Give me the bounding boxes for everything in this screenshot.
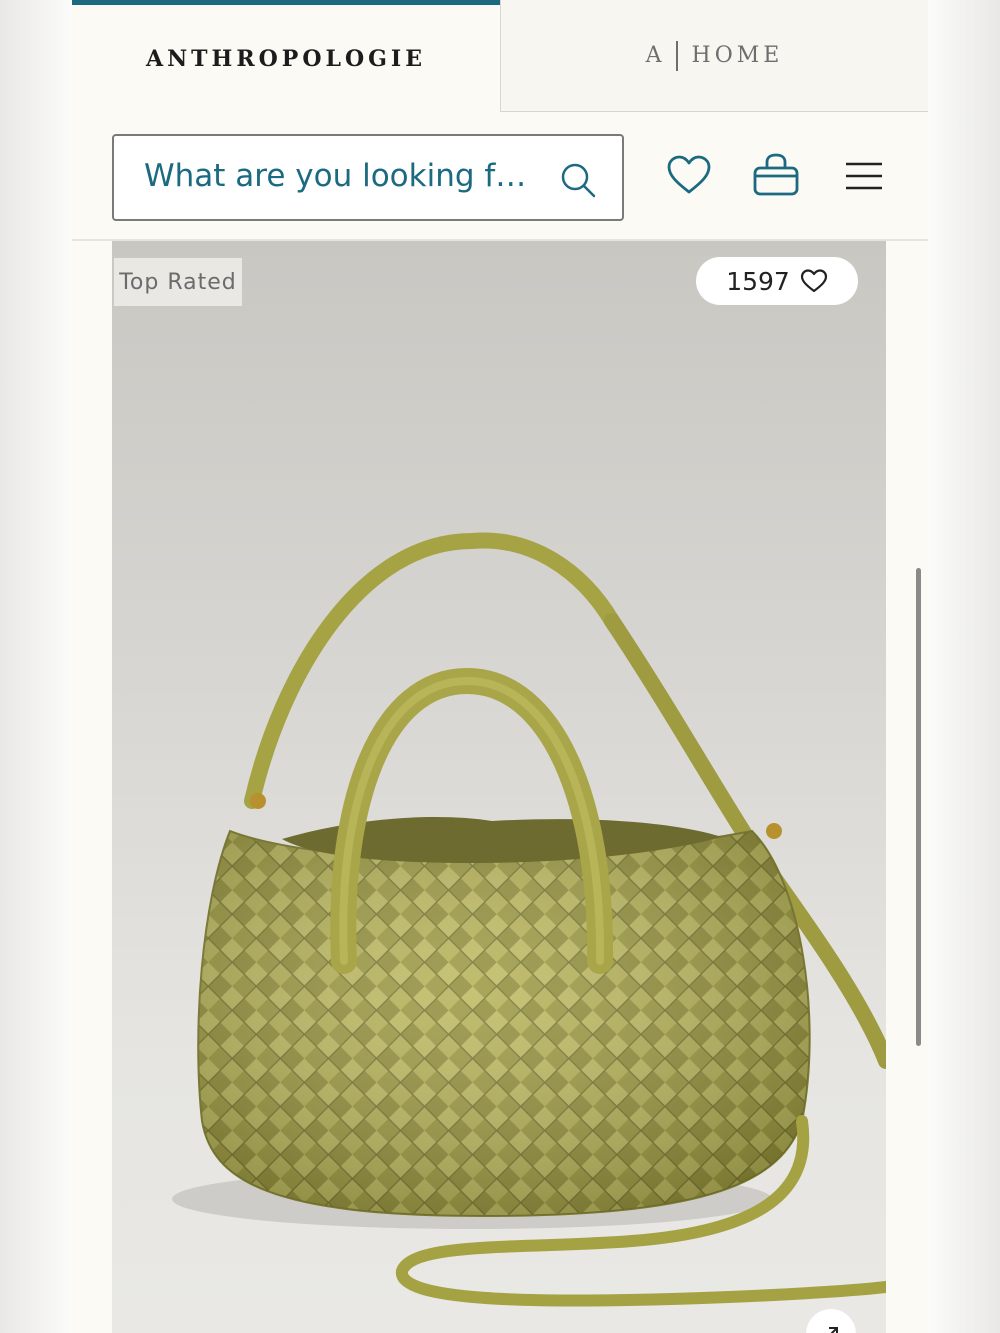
search-input[interactable]: What are you looking f… bbox=[144, 158, 526, 194]
expand-icon bbox=[829, 1327, 838, 1333]
page: ANTHROPOLOGIE A HOME What are you lookin… bbox=[72, 0, 928, 1333]
tab-anthropologie[interactable]: ANTHROPOLOGIE bbox=[72, 0, 500, 112]
favorites-count: 1597 bbox=[726, 266, 790, 296]
site-tabs: ANTHROPOLOGIE A HOME bbox=[72, 0, 928, 112]
scrollbar[interactable] bbox=[916, 568, 921, 1046]
tab-anthropologie-label: ANTHROPOLOGIE bbox=[146, 45, 426, 72]
menu-icon[interactable] bbox=[844, 160, 884, 192]
tab-home-label: HOME bbox=[691, 43, 784, 68]
tab-home[interactable]: A HOME bbox=[500, 0, 928, 112]
product-image[interactable]: Top Rated 1597 bbox=[112, 241, 886, 1333]
favorite-button[interactable]: 1597 bbox=[696, 257, 858, 305]
home-logo-mark: A bbox=[645, 43, 666, 68]
woven-handbag-image bbox=[172, 532, 886, 1307]
shopping-bag-icon[interactable] bbox=[752, 152, 800, 198]
top-rated-badge: Top Rated bbox=[114, 258, 242, 306]
heart-icon[interactable] bbox=[666, 152, 712, 198]
home-logo-divider bbox=[675, 40, 678, 71]
search-box[interactable]: What are you looking f… bbox=[112, 134, 624, 221]
heart-outline-icon bbox=[800, 269, 827, 293]
search-icon[interactable] bbox=[558, 160, 598, 200]
